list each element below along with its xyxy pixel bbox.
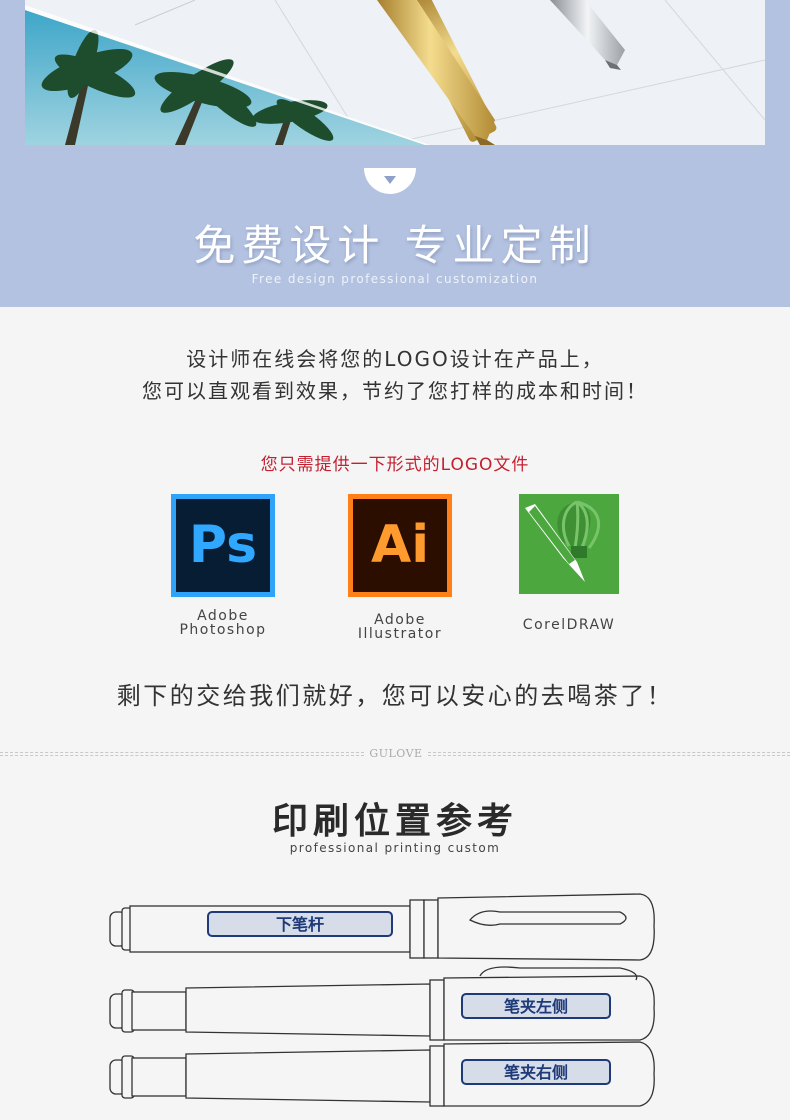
- print-section-title: 印刷位置参考: [271, 801, 518, 842]
- format-photoshop: Ps Adobe Photoshop: [158, 494, 288, 637]
- format-label: Adobe Illustrator: [357, 612, 443, 642]
- print-position-clip-left: 笔夹左侧: [504, 997, 568, 1016]
- pen-diagram-barrel: [109, 893, 655, 961]
- formats-prompt: 您只需提供一下形式的LOGO文件: [260, 455, 530, 475]
- intro-line-2: 您可以直观看到效果，节约了您打样的成本和时间！: [142, 379, 648, 403]
- format-label: Adobe Photoshop: [179, 608, 267, 638]
- scroll-down-tab: [364, 168, 416, 194]
- format-illustrator: Ai Adobe Illustrator: [335, 494, 465, 641]
- pen-diagram-clip-right: [109, 1041, 655, 1107]
- print-section-subtitle: professional printing custom: [289, 841, 501, 855]
- hero-subtitle: Free design professional customization: [251, 272, 539, 286]
- format-coreldraw: CorelDRAW: [504, 494, 634, 632]
- pen-product-photo: [25, 0, 765, 145]
- file-format-list: Ps Adobe Photoshop Ai Adobe Illustrator …: [0, 494, 790, 654]
- section-divider: GULOVE: [0, 745, 790, 765]
- divider-brand: GULOVE: [369, 747, 423, 760]
- print-position-clip-right: 笔夹右侧: [504, 1063, 568, 1082]
- pen-diagram-clip-left: [109, 966, 655, 1041]
- illustrator-icon: Ai: [348, 494, 452, 597]
- hero-banner: 免费设计 专业定制 Free design professional custo…: [0, 0, 790, 307]
- coreldraw-icon: [519, 494, 619, 594]
- hero-title: 免费设计 专业定制: [193, 221, 597, 270]
- format-label: CorelDRAW: [522, 617, 616, 633]
- intro-text: 设计师在线会将您的LOGO设计在产品上， 您可以直观看到效果，节约了您打样的成本…: [0, 343, 790, 407]
- closing-text: 剩下的交给我们就好，您可以安心的去喝茶了！: [116, 682, 674, 710]
- photoshop-icon: Ps: [171, 494, 275, 597]
- print-position-diagram: 下笔杆 笔夹左侧 笔夹右侧: [0, 880, 790, 1120]
- print-position-barrel: 下笔杆: [276, 915, 324, 934]
- intro-line-1: 设计师在线会将您的LOGO设计在产品上，: [186, 347, 604, 371]
